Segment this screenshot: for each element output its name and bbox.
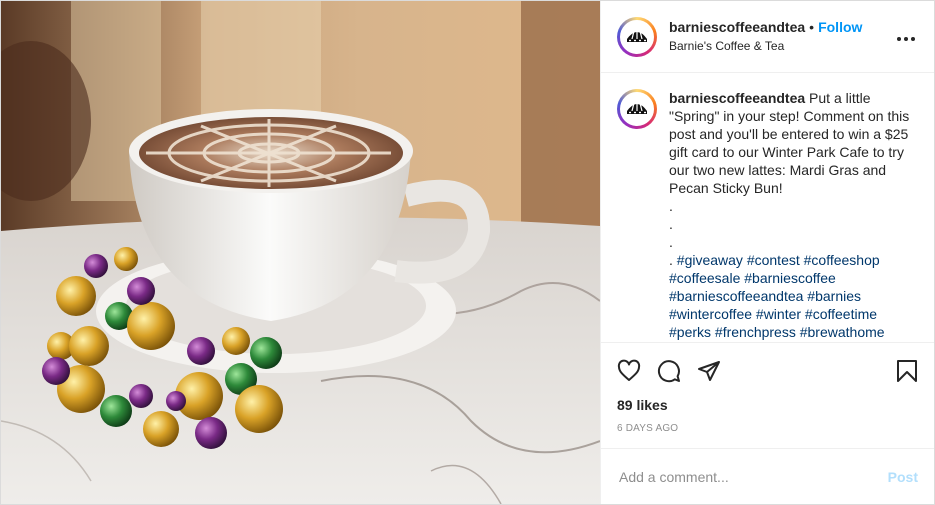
separator-dot: • <box>809 19 815 35</box>
post-header: barniescoffeeandtea • Follow Barnie's Coff… <box>601 1 934 73</box>
more-options-button[interactable] <box>894 26 918 47</box>
likes-count[interactable]: 89 likes <box>617 397 918 413</box>
comment-icon <box>657 360 680 383</box>
caption-text: Put a little "Spring" in your step! Comm… <box>669 90 910 268</box>
comment-button[interactable] <box>657 351 697 391</box>
avatar[interactable] <box>617 16 657 57</box>
more-horizontal-icon <box>897 37 915 41</box>
add-comment-input[interactable] <box>617 467 888 486</box>
post-actions: 89 likes 6 DAYS AGO <box>601 342 934 448</box>
save-button[interactable] <box>878 351 918 391</box>
latte-photo <box>1 1 600 504</box>
share-button[interactable] <box>697 351 737 391</box>
follow-button[interactable]: Follow <box>818 19 862 35</box>
username-link[interactable]: barniescoffeeandtea <box>669 19 805 35</box>
post-caption: barniescoffeeandtea Put a little "Spring… <box>669 89 918 342</box>
add-comment-bar: Post <box>601 448 934 504</box>
caption-username[interactable]: barniescoffeeandtea <box>669 90 805 106</box>
caption-hashtags[interactable]: #giveaway #contest #coffeeshop #coffeesa… <box>669 252 894 342</box>
instagram-post: barniescoffeeandtea • Follow Barnie's Coff… <box>0 0 935 505</box>
comments-section: barniescoffeeandtea Put a little "Spring… <box>601 73 934 342</box>
awning-logo-icon <box>627 29 647 42</box>
paper-plane-icon <box>698 361 720 381</box>
post-side-panel: barniescoffeeandtea • Follow Barnie's Coff… <box>600 1 934 504</box>
bookmark-icon <box>897 360 917 382</box>
post-photo[interactable] <box>1 1 600 504</box>
post-timestamp[interactable]: 6 DAYS AGO <box>617 423 918 434</box>
location-link[interactable]: Barnie's Coffee & Tea <box>669 37 894 55</box>
post-comment-button[interactable]: Post <box>888 469 918 485</box>
awning-logo-icon <box>627 102 647 114</box>
caption-avatar[interactable] <box>617 89 657 129</box>
heart-icon <box>617 359 641 381</box>
like-button[interactable] <box>617 351 657 391</box>
